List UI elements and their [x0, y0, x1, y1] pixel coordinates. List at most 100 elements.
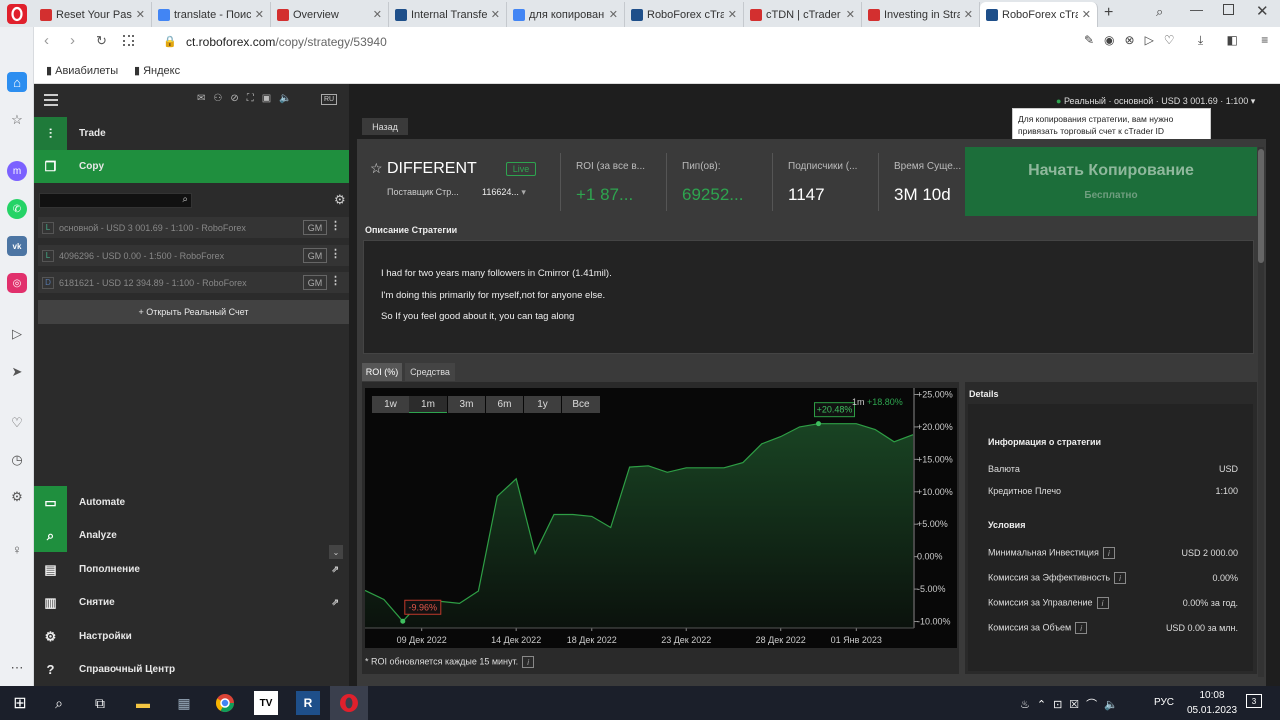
back-button[interactable]: Назад [362, 118, 408, 135]
clock-date[interactable]: 05.01.2023 [1184, 705, 1240, 716]
timeframe-3m[interactable]: 3m [448, 396, 485, 413]
windows-start-icon[interactable]: ⊞ [8, 691, 32, 715]
detail-row: Комиссия за Объем i USD 0.00 за млн. [988, 622, 1238, 634]
history-icon[interactable]: ◷ [7, 450, 27, 470]
tab-close-icon[interactable]: ✕ [846, 8, 855, 21]
browser-tab[interactable]: для копирован ✕ [507, 2, 625, 27]
gm-badge[interactable]: GM [303, 275, 327, 290]
timeframe-1m[interactable]: 1m [409, 396, 447, 413]
search-tabs-icon[interactable]: ⌕ [1156, 4, 1163, 20]
app-icon[interactable]: ▦ [172, 691, 196, 715]
input-language[interactable]: РУС [1154, 697, 1174, 708]
clock-time[interactable]: 10:08 [1192, 690, 1232, 701]
browser-tab[interactable]: cTDN | cTrader C ✕ [744, 2, 862, 27]
new-tab-button[interactable]: + [1104, 4, 1113, 22]
tab-close-icon[interactable]: ✕ [1082, 8, 1091, 21]
hamburger-menu-icon[interactable] [44, 94, 58, 106]
tab-close-icon[interactable]: ✕ [728, 8, 737, 21]
url-field[interactable]: ct.roboforex.com/copy/strategy/53940 [186, 35, 387, 49]
nav-analyze[interactable]: ⌕ Analyze [34, 519, 349, 552]
account-status[interactable]: ● Реальный · основной · USD 3 001.69 · 1… [1056, 96, 1255, 107]
open-real-account-button[interactable]: + Открыть Реальный Счет [38, 300, 349, 324]
player-icon[interactable]: ▷ [7, 324, 27, 344]
info-icon[interactable]: i [1096, 597, 1109, 609]
browser-tab[interactable]: RoboForex cTrad ✕ [980, 2, 1098, 27]
tab-close-icon[interactable]: ✕ [255, 8, 264, 21]
nav-help-center[interactable]: ? Справочный Центр [34, 653, 349, 686]
opera-logo-icon[interactable] [0, 0, 34, 27]
account-row[interactable]: D 6181621 - USD 12 394.89 - 1:100 - Robo… [38, 272, 349, 293]
more-vert-icon[interactable]: ⋮ [330, 219, 341, 232]
send-icon[interactable]: ➤ [7, 362, 27, 382]
browser-tab[interactable]: RoboForex cTrad ✕ [625, 2, 744, 27]
notifications-icon[interactable]: 3 [1246, 694, 1262, 708]
task-view-icon[interactable]: ⧉ [88, 691, 112, 715]
timeframe-1y[interactable]: 1y [524, 396, 561, 413]
tab-close-icon[interactable]: ✕ [373, 8, 382, 21]
bookmark-aviabilety[interactable]: ▮ Авиабилеты [46, 64, 118, 77]
more-vert-icon[interactable]: ⋮ [330, 247, 341, 260]
browser-tab[interactable]: Internal Transfer ✕ [389, 2, 507, 27]
scrollbar-thumb[interactable] [1258, 149, 1264, 263]
favorite-star-icon[interactable]: ☆ [370, 160, 383, 177]
info-icon[interactable]: i [1114, 572, 1127, 584]
reload-icon[interactable]: ↻ [96, 33, 107, 49]
tab-close-icon[interactable]: ✕ [964, 8, 973, 21]
forward-icon[interactable]: › [70, 32, 75, 49]
gm-badge[interactable]: GM [303, 248, 327, 263]
info-icon[interactable]: i [1102, 547, 1115, 559]
instagram-icon[interactable]: ◎ [7, 273, 27, 293]
home-icon[interactable]: ⌂ [7, 72, 27, 92]
tab-close-icon[interactable]: ✕ [136, 8, 145, 21]
gear-icon[interactable]: ⚙ [334, 192, 346, 208]
maximize-button[interactable] [1223, 4, 1234, 15]
info-icon[interactable]: i [1075, 622, 1088, 634]
start-copying-button[interactable]: Начать Копирование Бесплатно [965, 147, 1257, 216]
scrollbar[interactable] [1258, 147, 1264, 677]
timeframe-all[interactable]: Все [562, 396, 600, 413]
bookmark-yandex[interactable]: ▮ Яндекс [134, 64, 180, 77]
nav-trade[interactable]: ⫶ Trade [34, 117, 349, 150]
tab-roi[interactable]: ROI (%) [362, 363, 402, 381]
speed-dial-icon[interactable]: ☆ [7, 110, 27, 130]
close-window-button[interactable]: ✕ [1256, 2, 1269, 20]
account-row[interactable]: L 4096296 - USD 0.00 - 1:500 - RoboForex… [38, 245, 349, 266]
tips-icon[interactable]: ♀ [7, 539, 27, 559]
opera-taskbar-icon[interactable] [330, 686, 368, 720]
provider-select[interactable]: 116624... ▾ [482, 187, 526, 198]
browser-tab[interactable]: Overview ✕ [271, 2, 389, 27]
minimize-button[interactable]: — [1190, 2, 1203, 17]
account-search-input[interactable]: ⌕ [39, 193, 192, 208]
chrome-icon[interactable] [213, 691, 237, 715]
vk-icon[interactable]: vk [7, 236, 27, 256]
browser-tab[interactable]: Reset Your Passw ✕ [34, 2, 152, 27]
language-button[interactable]: RU [321, 94, 337, 105]
account-row[interactable]: L основной - USD 3 001.69 - 1:100 - Robo… [38, 217, 349, 238]
more-vert-icon[interactable]: ⋮ [330, 274, 341, 287]
tab-funds[interactable]: Средства [405, 363, 455, 381]
messenger-icon[interactable]: m [7, 161, 27, 181]
settings-icon[interactable]: ⚙ [7, 487, 27, 507]
bookmarks-heart-icon[interactable]: ♡ [7, 413, 27, 433]
nav-settings[interactable]: ⚙ Настройки [34, 620, 349, 653]
nav-withdraw[interactable]: ▥ Снятие ⇗ [34, 586, 349, 619]
nav-automate[interactable]: ▭ Automate [34, 486, 349, 519]
info-icon[interactable]: i [522, 656, 535, 668]
roboforex-icon[interactable]: R [296, 691, 320, 715]
nav-copy[interactable]: ❐ Copy [34, 150, 349, 183]
tradingview-icon[interactable]: TV [254, 691, 278, 715]
tabs-grid-icon[interactable] [123, 35, 134, 46]
nav-deposit[interactable]: ▤ Пополнение ⇗ [34, 553, 349, 586]
search-icon[interactable]: ⌕ [47, 691, 71, 715]
back-icon[interactable]: ‹ [44, 32, 49, 49]
file-explorer-icon[interactable]: ▬ [131, 691, 155, 715]
tab-close-icon[interactable]: ✕ [491, 8, 500, 21]
browser-tab[interactable]: Investing in Strat ✕ [862, 2, 980, 27]
whatsapp-icon[interactable]: ✆ [7, 199, 27, 219]
tab-close-icon[interactable]: ✕ [609, 8, 618, 21]
timeframe-1w[interactable]: 1w [372, 396, 409, 413]
more-icon[interactable]: ⋯ [7, 658, 27, 678]
gm-badge[interactable]: GM [303, 220, 327, 235]
browser-tab[interactable]: translate - Поис ✕ [152, 2, 271, 27]
timeframe-6m[interactable]: 6m [486, 396, 523, 413]
